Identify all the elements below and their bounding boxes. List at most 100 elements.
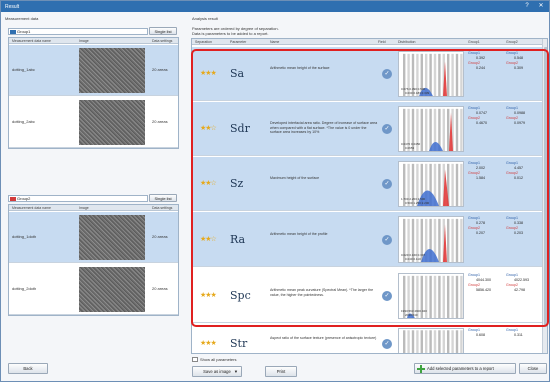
parameter-symbol: Sz [230,177,244,190]
add-to-report-label: Add selected parameters to a report [427,366,494,371]
separation-stars: ★★☆ [200,180,217,187]
col-image: Image [79,39,89,43]
row-count: 20 areas [152,67,168,72]
parameter-symbol: Str [230,337,248,350]
group2-row-2[interactable]: dotting_2doth 20 areas [9,264,178,315]
group1-row-2[interactable]: dotting_2abc 20 areas [9,97,178,148]
parameter-row-spc[interactable]: ★★★ Spc Arithmetic mean peak curvature (… [192,269,547,323]
parameter-row-sz[interactable]: ★★☆ Sz Maximum height of the surface ✓ 1… [192,157,547,211]
axis-labels-2: 0.500 1.250 2.200 [405,201,430,205]
col-separation: Separation [195,40,212,44]
parameter-description: Arithmetic mean peak curvature (Spectral… [270,288,374,297]
row-count: 20 areas [152,286,168,291]
distribution-histogram: 1.700 2.203 2.500 0.500 1.250 2.200 [398,161,464,207]
group2-name: Group2 [17,196,31,201]
col-image: Image [79,206,89,210]
group1-name-field[interactable]: Group1 [8,28,148,35]
group2-table-header: Measurement data name Image Data setting… [9,205,178,211]
parameter-symbol: Sdr [230,122,250,135]
axis-labels-2: 0.0653 [405,146,415,150]
group2-values: Group1 0.0988 Group2 0.0979 [506,106,525,126]
surface-thumbnail [79,48,145,93]
group1-value: 0.608 [476,333,485,337]
parameters-table-header: Separation Parameter Name Field Distribu… [192,39,542,45]
group2-value: 0.207 [476,231,485,235]
col-field: Field [378,40,386,44]
group1-color-swatch [10,30,16,34]
distribution-histogram: 0.076 0.390 0.530 0.030 0.183 0.339 [398,51,464,97]
distribution-histogram: 1993.563 4900.040 2033.540 [398,273,464,319]
col-data-settings: Data settings [152,206,173,210]
save-as-image-label: Save as image [203,369,231,374]
row-name: dotting_2abc [12,119,35,124]
help-button[interactable]: ? [521,2,533,11]
print-button[interactable]: Print [265,366,297,377]
measurement-data-label: Measurement data [5,16,39,21]
parameter-row-sa[interactable]: ★★★ Sa Arithmetic mean height of the sur… [192,47,547,101]
surface-thumbnail [79,100,145,145]
group2-value: 0.244 [476,66,485,70]
group1-values: Group1 0.278 Group2 0.207 [468,216,485,236]
group2-row-1[interactable]: dotting_1doth 20 areas [9,212,178,263]
report-check-icon[interactable]: ✓ [382,179,392,189]
parameters-scrollbar[interactable] [542,39,547,353]
report-check-icon[interactable]: ✓ [382,69,392,79]
histogram-chart [403,330,463,353]
row-count: 20 areas [152,234,168,239]
group1-name: Group1 [17,29,31,34]
group2-value: 0.4670 [476,121,487,125]
separation-stars: ★★☆ [200,125,217,132]
parameter-description: Maximum height of the surface [270,176,320,180]
group1-row-1[interactable]: dotting_1abc 20 areas [9,45,178,96]
report-check-icon[interactable]: ✓ [382,234,392,245]
parameter-symbol: Spc [230,289,251,302]
group1-single-list-button[interactable]: Single list [149,27,177,35]
col-group2: Group2 [506,40,518,44]
row-name: dotting_2doth [12,286,37,291]
close-window-button[interactable]: ✕ [535,2,547,11]
close-button[interactable]: Close [519,363,547,374]
add-to-report-button[interactable]: Add selected parameters to a report [414,363,516,374]
distribution-histogram: 0.020 0.160 0.307 0.040 0.110 [398,216,464,263]
col-name: Name [270,40,280,44]
group2-value: 0.0979 [514,121,525,125]
row-name: dotting_1abc [12,67,35,72]
parameter-description: Developed interfacial area ratio. Degree… [270,121,378,134]
col-parameter: Parameter [230,40,247,44]
group2-values: Group1 4.457 Group2 0.012 [506,161,523,181]
separation-stars: ★★☆ [200,235,217,243]
parameter-row-sdr[interactable]: ★★☆ Sdr Developed interfacial area ratio… [192,102,547,156]
group2-color-swatch [10,197,16,201]
col-data-settings: Data settings [152,39,173,43]
group2-value: 42.798 [514,288,525,292]
group2-single-list-button[interactable]: Single list [149,194,177,202]
report-check-icon[interactable]: ✓ [382,124,392,134]
report-check-icon[interactable]: ✓ [382,339,392,349]
group1-values: Group1 0.392 Group2 0.244 [468,51,485,71]
group2-value: 5856.420 [476,288,491,292]
distribution-histogram: 0.0470 0.0450 0.0653 [398,106,464,152]
group1-values: Group1 0.0747 Group2 0.4670 [468,106,487,126]
group1-values: Group1 2.002 Group2 1.584 [468,161,485,181]
save-as-image-button[interactable]: Save as image ▼ [192,366,242,377]
back-button[interactable]: Back [8,363,48,374]
col-data-name: Measurement data name [12,206,51,210]
scrollbar-thumb[interactable] [544,47,547,327]
group2-values: Group1 4022.593 Group2 42.798 [506,273,529,293]
axis-labels-2: 0.040 0.110 [405,257,421,261]
group2-name-field[interactable]: Group2 [8,195,148,202]
parameter-row-str[interactable]: ★★★ Str Aspect ratio of the surface text… [192,324,547,353]
col-group1: Group1 [468,40,480,44]
separation-stars: ★★★ [200,340,217,347]
group2-table: Measurement data name Image Data setting… [8,204,179,316]
plus-icon [417,365,425,373]
distribution-histogram [398,328,464,353]
group1-table-header: Measurement data name Image Data setting… [9,38,178,44]
show-all-checkbox[interactable] [192,357,198,362]
group1-value: 0.311 [514,333,523,337]
row-count: 20 areas [152,119,168,124]
parameter-row-ra[interactable]: ★★☆ Ra Arithmetic mean height of the pro… [192,212,547,267]
report-check-icon[interactable]: ✓ [382,291,392,301]
parameters-table: Separation Parameter Name Field Distribu… [191,38,548,354]
axis-labels-2: 0.030 0.183 0.339 [405,91,430,95]
